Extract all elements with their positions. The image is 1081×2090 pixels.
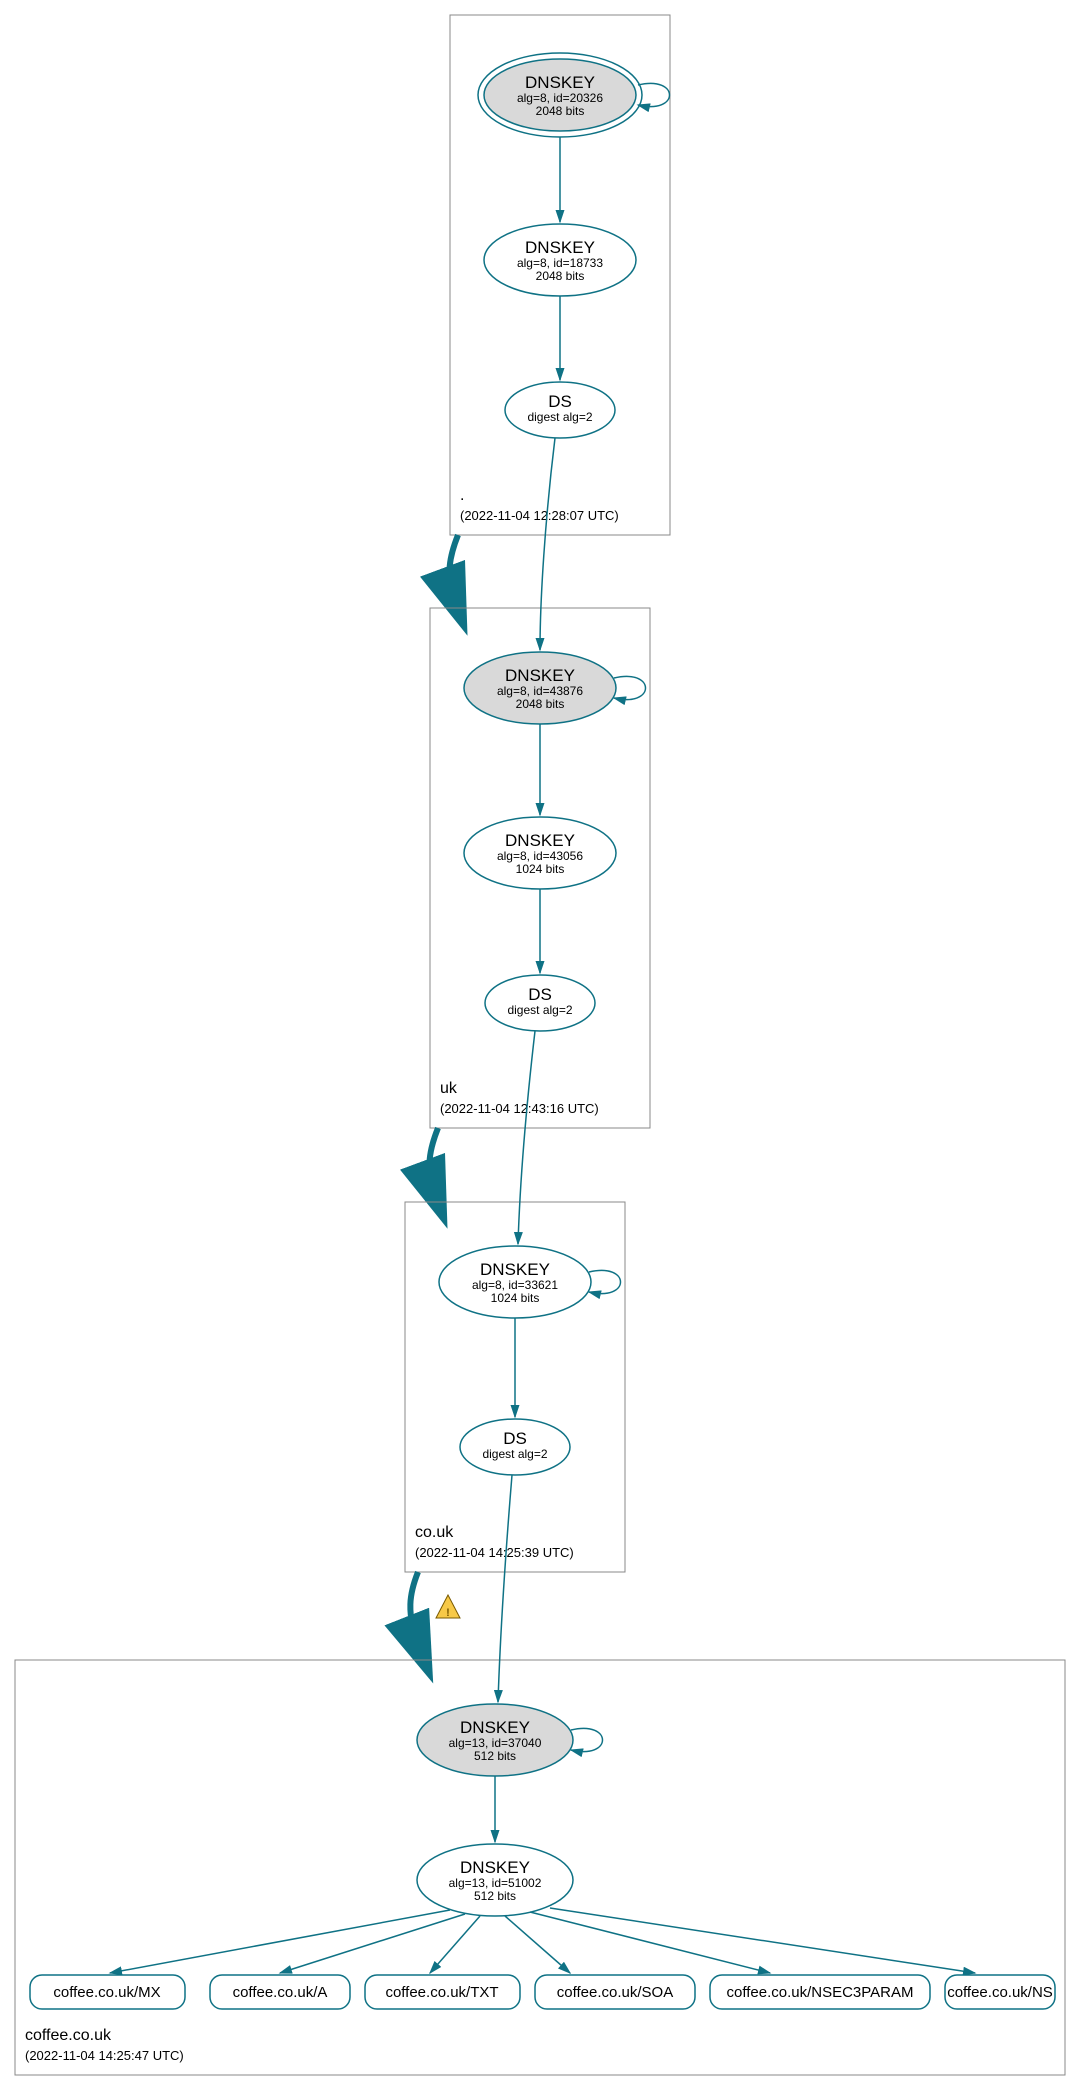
svg-text:alg=13, id=37040: alg=13, id=37040 [449,1736,542,1750]
edge-uk-ksk-self [614,676,646,699]
svg-text:digest alg=2: digest alg=2 [507,1003,572,1017]
edge-couk-ds-coffee-ksk [498,1475,512,1702]
zone-coffee-name: coffee.co.uk [25,2027,112,2044]
svg-text:digest alg=2: digest alg=2 [482,1447,547,1461]
edge-root-ds-uk-ksk [540,438,555,650]
svg-text:alg=8, id=18733: alg=8, id=18733 [517,256,603,270]
zone-root-name: . [460,487,464,504]
svg-text:DNSKEY: DNSKEY [460,1718,530,1737]
zone-uk-name: uk [440,1080,458,1097]
svg-text:alg=8, id=33621: alg=8, id=33621 [472,1278,558,1292]
svg-text:coffee.co.uk/NS: coffee.co.uk/NS [947,1984,1053,2001]
zone-couk-name: co.uk [415,1524,454,1541]
node-uk-zsk[interactable]: DNSKEY alg=8, id=43056 1024 bits [464,817,616,889]
svg-text:alg=8, id=43876: alg=8, id=43876 [497,684,583,698]
rrset-txt[interactable]: coffee.co.uk/TXT [365,1975,520,2009]
edge-couk-ksk-self [589,1270,621,1293]
svg-text:DNSKEY: DNSKEY [525,73,595,92]
svg-text:alg=8, id=43056: alg=8, id=43056 [497,849,583,863]
edge-delegation-uk-couk [429,1128,438,1195]
svg-text:1024 bits: 1024 bits [491,1291,540,1305]
node-coffee-ksk[interactable]: DNSKEY alg=13, id=37040 512 bits [417,1704,573,1776]
zone-root-ts: (2022-11-04 12:28:07 UTC) [460,508,619,523]
svg-text:DS: DS [503,1429,527,1448]
svg-text:coffee.co.uk/MX: coffee.co.uk/MX [53,1984,160,2001]
rrset-soa[interactable]: coffee.co.uk/SOA [535,1975,695,2009]
svg-text:2048 bits: 2048 bits [536,269,585,283]
svg-text:coffee.co.uk/A: coffee.co.uk/A [233,1984,328,2001]
warning-icon[interactable]: ! [436,1595,460,1619]
node-uk-ds[interactable]: DS digest alg=2 [485,975,595,1031]
svg-text:coffee.co.uk/TXT: coffee.co.uk/TXT [385,1984,498,2001]
edge-delegation-root-uk [449,535,458,602]
svg-text:DS: DS [528,985,552,1004]
node-root-ds[interactable]: DS digest alg=2 [505,382,615,438]
svg-text:!: ! [446,1607,450,1619]
svg-text:DNSKEY: DNSKEY [525,238,595,257]
svg-text:digest alg=2: digest alg=2 [527,410,592,424]
svg-text:alg=8, id=20326: alg=8, id=20326 [517,91,603,105]
edge-delegation-couk-coffee [410,1572,420,1650]
node-uk-ksk[interactable]: DNSKEY alg=8, id=43876 2048 bits [464,652,616,724]
svg-text:2048 bits: 2048 bits [516,697,565,711]
svg-text:DNSKEY: DNSKEY [460,1858,530,1877]
node-couk-ksk[interactable]: DNSKEY alg=8, id=33621 1024 bits [439,1246,591,1318]
zone-coffee-ts: (2022-11-04 14:25:47 UTC) [25,2048,184,2063]
edge-uk-ds-couk-ksk [518,1031,535,1244]
rrset-a[interactable]: coffee.co.uk/A [210,1975,350,2009]
zone-uk-ts: (2022-11-04 12:43:16 UTC) [440,1101,599,1116]
rrset-nsec3param[interactable]: coffee.co.uk/NSEC3PARAM [710,1975,930,2009]
svg-text:512 bits: 512 bits [474,1749,516,1763]
svg-text:DNSKEY: DNSKEY [480,1260,550,1279]
svg-text:DS: DS [548,392,572,411]
node-coffee-zsk[interactable]: DNSKEY alg=13, id=51002 512 bits [417,1844,573,1916]
svg-text:coffee.co.uk/SOA: coffee.co.uk/SOA [557,1984,673,2001]
svg-text:DNSKEY: DNSKEY [505,831,575,850]
svg-text:DNSKEY: DNSKEY [505,666,575,685]
rrset-ns[interactable]: coffee.co.uk/NS [945,1975,1055,2009]
zone-couk-ts: (2022-11-04 14:25:39 UTC) [415,1545,574,1560]
node-root-ksk[interactable]: DNSKEY alg=8, id=20326 2048 bits [478,53,642,137]
node-couk-ds[interactable]: DS digest alg=2 [460,1419,570,1475]
svg-text:1024 bits: 1024 bits [516,862,565,876]
node-root-zsk[interactable]: DNSKEY alg=8, id=18733 2048 bits [484,224,636,296]
svg-text:2048 bits: 2048 bits [536,104,585,118]
svg-text:coffee.co.uk/NSEC3PARAM: coffee.co.uk/NSEC3PARAM [726,1984,913,2001]
rrset-mx[interactable]: coffee.co.uk/MX [30,1975,185,2009]
svg-text:alg=13, id=51002: alg=13, id=51002 [449,1876,542,1890]
edge-coffee-ksk-self [571,1728,603,1751]
svg-text:512 bits: 512 bits [474,1889,516,1903]
